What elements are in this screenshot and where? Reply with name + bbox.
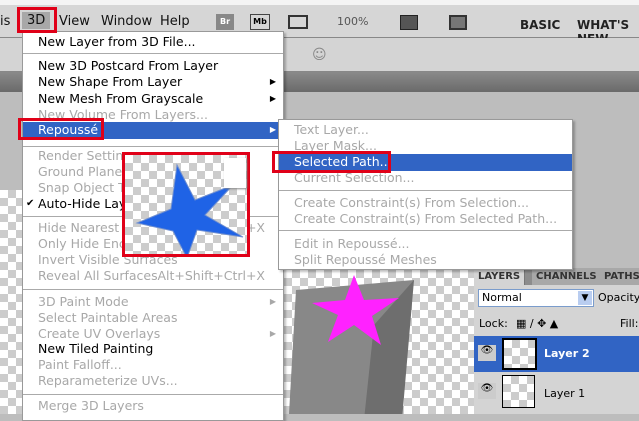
label: New Shape From Layer — [38, 74, 183, 89]
chevron-down-icon: ▼ — [578, 291, 592, 305]
label: Reveal All Surfaces — [38, 268, 158, 283]
submenu-arrow-icon: ▶ — [269, 94, 276, 103]
menu-view[interactable]: View — [59, 14, 90, 29]
lock-icons[interactable]: ▦ ∕ ✥ ▲ — [516, 317, 558, 330]
checkmark-icon: ✔ — [26, 198, 35, 209]
blend-mode-select[interactable]: Normal ▼ — [478, 289, 594, 307]
repousse-submenu: Text Layer... Layer Mask... Selected Pat… — [278, 119, 573, 270]
menu-window[interactable]: Window — [101, 14, 152, 29]
layer-thumbnail — [502, 338, 537, 370]
label: Hide Nearest S — [38, 220, 132, 235]
layer-name[interactable]: Layer 2 — [544, 347, 590, 360]
eye-icon[interactable]: 👁 — [478, 345, 496, 361]
minibridge-button[interactable]: Mb — [250, 14, 270, 30]
blend-mode-value: Normal — [482, 291, 522, 304]
inset-popup — [224, 158, 246, 188]
layer-row-layer-1[interactable]: 👁 Layer 1 — [474, 373, 639, 414]
arrange-documents-icon[interactable] — [400, 15, 418, 30]
canvas[interactable] — [284, 270, 474, 420]
shortcut: Alt+Shift+Ctrl+X — [157, 268, 265, 283]
view-extras-icon[interactable] — [288, 15, 308, 29]
label: Auto-Hide Laye — [38, 196, 134, 211]
menu-item-new-3d-postcard[interactable]: New 3D Postcard From Layer — [23, 58, 283, 74]
menu-item-new-mesh-from-grayscale[interactable]: New Mesh From Grayscale ▶ — [23, 91, 283, 107]
highlight-3d-menu — [17, 7, 57, 33]
menu-analysis[interactable]: is — [0, 14, 10, 29]
highlight-selected-path — [272, 151, 391, 173]
submenu-arrow-icon: ▶ — [269, 77, 276, 86]
menu-item-select-paintable-areas[interactable]: Select Paintable Areas — [23, 310, 283, 326]
submenu-item-constraints-from-selection[interactable]: Create Constraint(s) From Selection... — [279, 195, 572, 211]
menu-item-create-uv-overlays[interactable]: Create UV Overlays ▶ — [23, 326, 283, 342]
menu-item-new-layer-from-3d-file[interactable]: New Layer from 3D File... — [23, 34, 283, 50]
label: Create UV Overlays — [38, 326, 161, 341]
menu-item-paint-falloff[interactable]: Paint Falloff... — [23, 357, 283, 373]
align-icon[interactable]: ☺ — [312, 47, 327, 63]
star-path-inset — [122, 152, 250, 257]
submenu-item-edit-in-repousse[interactable]: Edit in Repoussé... — [279, 236, 572, 252]
submenu-arrow-icon: ▶ — [269, 125, 276, 134]
menu-item-3d-paint-mode[interactable]: 3D Paint Mode ▶ — [23, 294, 283, 310]
canvas-left — [0, 190, 22, 414]
tab-layers[interactable]: LAYERS — [474, 268, 526, 285]
submenu-arrow-icon: ▶ — [269, 297, 276, 306]
submenu-arrow-icon: ▶ — [269, 329, 276, 338]
label: New Mesh From Grayscale — [38, 91, 204, 106]
highlight-repousse — [18, 118, 104, 140]
layer-row-layer-2[interactable]: 👁 Layer 2 — [474, 336, 639, 372]
eye-icon[interactable]: 👁 — [478, 383, 496, 399]
bridge-button[interactable]: Br — [216, 14, 234, 30]
layer-name[interactable]: Layer 1 — [544, 387, 585, 400]
lock-label: Lock: — [479, 317, 508, 330]
menu-item-merge-3d-layers[interactable]: Merge 3D Layers — [23, 398, 283, 414]
label: 3D Paint Mode — [38, 294, 129, 309]
menu-item-reveal-all-surfaces[interactable]: Reveal All Surfaces Alt+Shift+Ctrl+X — [23, 268, 283, 284]
submenu-item-constraints-from-selected-path[interactable]: Create Constraint(s) From Selected Path.… — [279, 211, 572, 227]
tab-paths[interactable]: PATHS — [600, 268, 639, 285]
zoom-level[interactable]: 100% — [337, 15, 368, 28]
layers-panel: LAYERS CHANNELS PATHS Normal ▼ Opacity: L… — [474, 268, 639, 414]
opacity-label: Opacity: — [598, 291, 639, 304]
submenu-item-split-repousse-meshes[interactable]: Split Repoussé Meshes — [279, 252, 572, 268]
tab-channels[interactable]: CHANNELS — [532, 268, 602, 285]
3d-layer-thumbnail — [502, 375, 535, 408]
menu-item-reparameterize-uvs[interactable]: Reparameterize UVs... — [23, 373, 283, 389]
fill-label: Fill: — [620, 317, 639, 330]
submenu-item-text-layer[interactable]: Text Layer... — [279, 122, 572, 138]
menu-item-new-shape-from-layer[interactable]: New Shape From Layer ▶ — [23, 74, 283, 90]
workspace-basic[interactable]: BASIC — [520, 18, 560, 32]
screen-mode-icon[interactable] — [449, 15, 467, 30]
menu-item-new-tiled-painting[interactable]: New Tiled Painting — [23, 341, 283, 357]
menu-help[interactable]: Help — [160, 14, 190, 29]
extruded-star-3d — [289, 275, 414, 420]
